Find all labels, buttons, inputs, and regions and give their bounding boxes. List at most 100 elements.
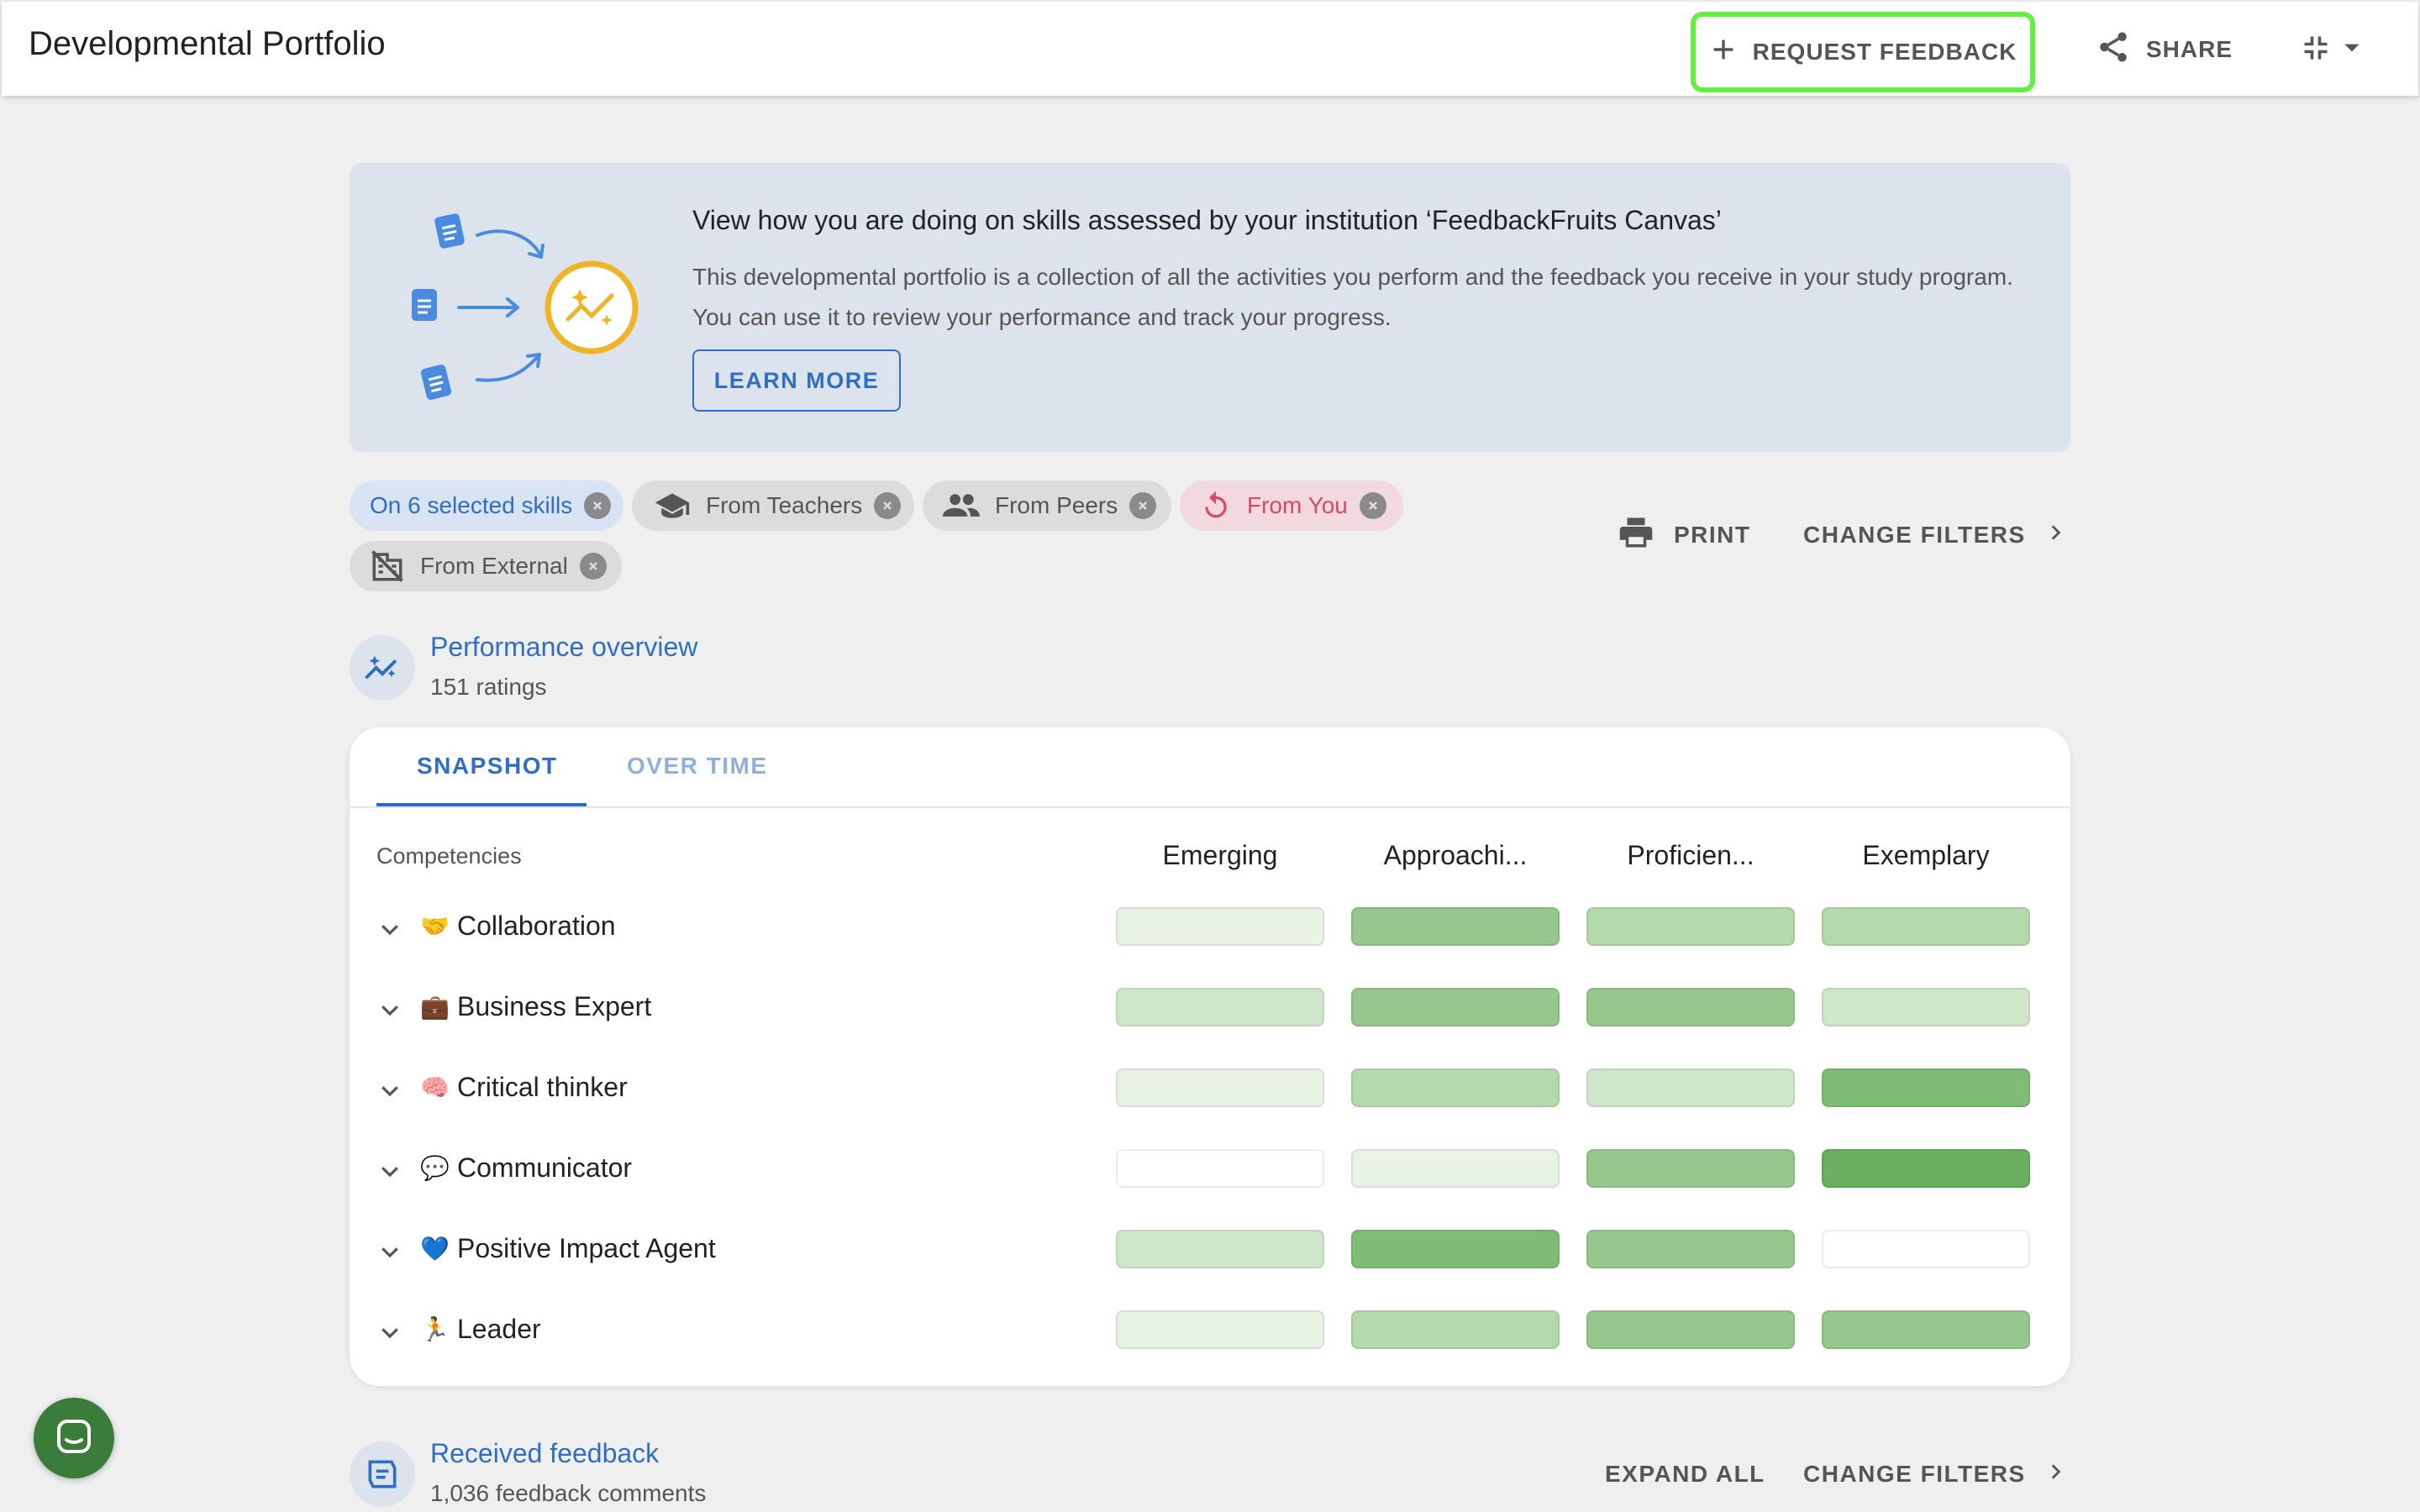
card-divider <box>350 806 2070 808</box>
chevron-down-icon[interactable] <box>375 1317 405 1347</box>
no-building-icon <box>370 549 405 584</box>
portfolio-illustration <box>400 207 652 412</box>
remove-filter-icon[interactable] <box>1359 492 1386 519</box>
graduation-cap-icon <box>654 491 691 520</box>
collapse-menu-button[interactable] <box>2301 30 2363 69</box>
feedback-comments-count: 1,036 feedback comments <box>430 1480 707 1506</box>
competency-emoji: 💙 <box>420 1236 450 1262</box>
chip-label: From Peers <box>995 492 1118 518</box>
rating-cell[interactable] <box>1116 907 1324 946</box>
filter-chip-external[interactable]: From External <box>350 541 622 591</box>
tab-over-time[interactable]: OVER TIME <box>627 753 768 780</box>
rating-cell[interactable] <box>1822 988 2030 1026</box>
share-label: SHARE <box>2146 36 2233 62</box>
print-icon <box>1618 515 1654 556</box>
competency-label[interactable]: Leader <box>457 1314 541 1345</box>
level-header-emerging: Emerging <box>1162 840 1278 870</box>
rating-cell[interactable] <box>1351 907 1560 946</box>
rating-cell[interactable] <box>1351 1149 1560 1188</box>
chevron-down-icon[interactable] <box>375 1075 405 1105</box>
rating-cell[interactable] <box>1586 1310 1795 1349</box>
remove-filter-icon[interactable] <box>874 492 902 519</box>
chip-label: From Teachers <box>706 492 863 518</box>
competency-emoji: 🤝 <box>420 913 450 939</box>
competency-label[interactable]: Positive Impact Agent <box>457 1233 716 1264</box>
chat-button[interactable] <box>34 1398 114 1478</box>
people-icon <box>943 492 980 519</box>
rating-cell[interactable] <box>1351 1230 1560 1268</box>
chevron-right-icon <box>2044 522 2066 549</box>
remove-filter-icon[interactable] <box>584 492 612 519</box>
filter-chip-peers[interactable]: From Peers <box>923 480 1171 531</box>
competency-emoji: 🏃 <box>420 1316 450 1342</box>
plus-icon <box>1709 35 1738 70</box>
filter-chip-skills[interactable]: On 6 selected skills <box>350 480 623 531</box>
filter-chip-you[interactable]: From You <box>1180 480 1403 531</box>
expand-all-button[interactable]: EXPAND ALL <box>1605 1453 1765 1495</box>
feedback-icon <box>350 1441 415 1507</box>
performance-overview-title[interactable]: Performance overview <box>430 632 697 663</box>
share-button[interactable]: SHARE <box>2096 29 2233 71</box>
rating-cell[interactable] <box>1351 1310 1560 1349</box>
change-filters-button-feedback[interactable]: CHANGE FILTERS <box>1803 1453 2066 1495</box>
request-feedback-button[interactable]: REQUEST FEEDBACK <box>1691 12 2035 92</box>
rating-cell[interactable] <box>1116 988 1324 1026</box>
collapse-icon <box>2301 33 2331 67</box>
chevron-down-icon[interactable] <box>375 914 405 944</box>
caret-down-icon <box>2341 37 2363 63</box>
competency-emoji: 💼 <box>420 994 450 1020</box>
level-header-proficient: Proficien... <box>1627 840 1754 870</box>
chip-label: From External <box>420 553 568 579</box>
rating-cell[interactable] <box>1351 1068 1560 1107</box>
expand-all-label: EXPAND ALL <box>1605 1461 1765 1487</box>
rating-cell[interactable] <box>1586 907 1795 946</box>
rating-cell[interactable] <box>1586 1149 1795 1188</box>
competency-label[interactable]: Business Expert <box>457 991 651 1022</box>
rating-cell[interactable] <box>1822 1230 2030 1268</box>
level-header-approaching: Approachi... <box>1383 840 1528 870</box>
chevron-down-icon[interactable] <box>375 995 405 1025</box>
rating-cell[interactable] <box>1116 1068 1324 1107</box>
rating-cell[interactable] <box>1351 988 1560 1026</box>
competency-emoji: 🧠 <box>420 1074 450 1100</box>
filter-chip-teachers[interactable]: From Teachers <box>632 480 914 531</box>
share-icon <box>2096 29 2131 71</box>
change-filters-button[interactable]: CHANGE FILTERS <box>1803 514 2066 556</box>
rating-cell[interactable] <box>1586 1230 1795 1268</box>
chevron-right-icon <box>2044 1461 2066 1488</box>
competency-label[interactable]: Communicator <box>457 1152 632 1184</box>
rating-cell[interactable] <box>1586 1068 1795 1107</box>
chevron-down-icon[interactable] <box>375 1236 405 1267</box>
change-filters-label: CHANGE FILTERS <box>1803 522 2026 548</box>
rating-cell[interactable] <box>1116 1310 1324 1349</box>
rating-cell[interactable] <box>1822 1149 2030 1188</box>
competency-label[interactable]: Collaboration <box>457 911 616 942</box>
learn-more-button[interactable]: LEARN MORE <box>692 349 901 412</box>
received-feedback-title[interactable]: Received feedback <box>430 1438 659 1469</box>
banner-heading: View how you are doing on skills assesse… <box>692 205 1722 235</box>
competency-label[interactable]: Critical thinker <box>457 1072 628 1103</box>
chat-icon <box>54 1416 94 1461</box>
remove-filter-icon[interactable] <box>579 553 607 580</box>
rating-cell[interactable] <box>1586 988 1795 1026</box>
rating-cell[interactable] <box>1116 1149 1324 1188</box>
ratings-count: 151 ratings <box>430 674 547 700</box>
rating-cell[interactable] <box>1822 1068 2030 1107</box>
page-title: Developmental Portfolio <box>29 25 386 62</box>
competency-emoji: 💬 <box>420 1155 450 1181</box>
rating-cell[interactable] <box>1116 1230 1324 1268</box>
print-label: PRINT <box>1674 522 1751 548</box>
competencies-header: Competencies <box>376 843 522 869</box>
chip-label: On 6 selected skills <box>370 492 573 518</box>
request-feedback-label: REQUEST FEEDBACK <box>1752 39 2018 65</box>
undo-icon <box>1200 490 1232 522</box>
rating-cell[interactable] <box>1822 907 2030 946</box>
print-button[interactable]: PRINT <box>1618 514 1751 556</box>
trend-icon <box>350 635 415 701</box>
tab-snapshot[interactable]: SNAPSHOT <box>417 753 558 780</box>
remove-filter-icon[interactable] <box>1129 492 1157 519</box>
level-header-exemplary: Exemplary <box>1862 840 1990 870</box>
change-filters-label: CHANGE FILTERS <box>1803 1461 2026 1487</box>
rating-cell[interactable] <box>1822 1310 2030 1349</box>
chevron-down-icon[interactable] <box>375 1156 405 1186</box>
